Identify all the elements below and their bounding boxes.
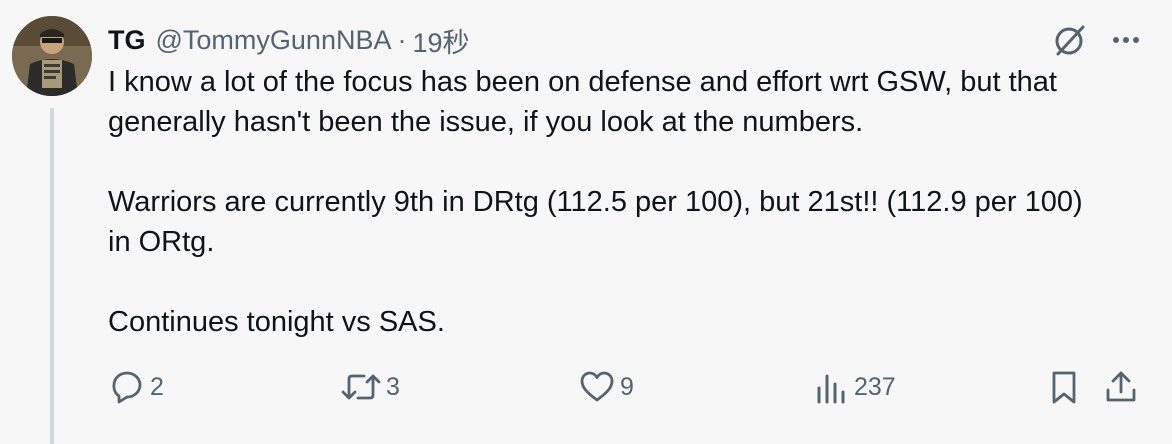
like-count: 9 — [620, 372, 634, 401]
retweet-icon — [341, 374, 381, 400]
tweet-text-line: I know a lot of the focus has been on de… — [108, 66, 1057, 98]
tweet-text-line: generally hasn't been the issue, if you … — [108, 106, 864, 138]
tweet: TG @TommyGunnNBA · 19秒 I know a lot of t… — [0, 0, 1172, 444]
analytics-icon — [817, 374, 845, 404]
grok-icon[interactable] — [1050, 20, 1090, 60]
display-name[interactable]: TG — [108, 25, 146, 56]
retweet-count: 3 — [386, 372, 400, 401]
timestamp[interactable]: 19秒 — [412, 21, 469, 60]
bookmark-button[interactable] — [1046, 364, 1082, 410]
share-button[interactable] — [1102, 364, 1140, 410]
heart-icon — [580, 371, 614, 402]
reply-icon — [112, 371, 142, 404]
tweet-text-line: in ORtg. — [108, 226, 215, 258]
action-bar: 2 3 9 237 — [0, 364, 1172, 410]
user-handle[interactable]: @TommyGunnNBA — [156, 25, 392, 56]
more-icon[interactable] — [1108, 26, 1144, 54]
avatar[interactable] — [12, 16, 92, 96]
retweet-button[interactable]: 3 — [340, 364, 400, 410]
views-count: 237 — [854, 372, 896, 401]
separator-dot: · — [397, 24, 407, 55]
tweet-text: I know a lot of the focus has been on de… — [108, 62, 1148, 342]
avatar-photo — [12, 16, 92, 96]
views-button[interactable]: 237 — [812, 364, 896, 410]
tweet-header: TG @TommyGunnNBA · 19秒 — [108, 22, 470, 58]
tweet-text-line: Continues tonight vs SAS. — [108, 306, 445, 338]
reply-button[interactable]: 2 — [108, 364, 164, 410]
share-icon — [1106, 371, 1136, 402]
bookmark-icon — [1052, 371, 1076, 404]
tweet-text-line: Warriors are currently 9th in DRtg (112.… — [108, 186, 1083, 218]
like-button[interactable]: 9 — [578, 364, 634, 410]
reply-count: 2 — [150, 372, 164, 401]
